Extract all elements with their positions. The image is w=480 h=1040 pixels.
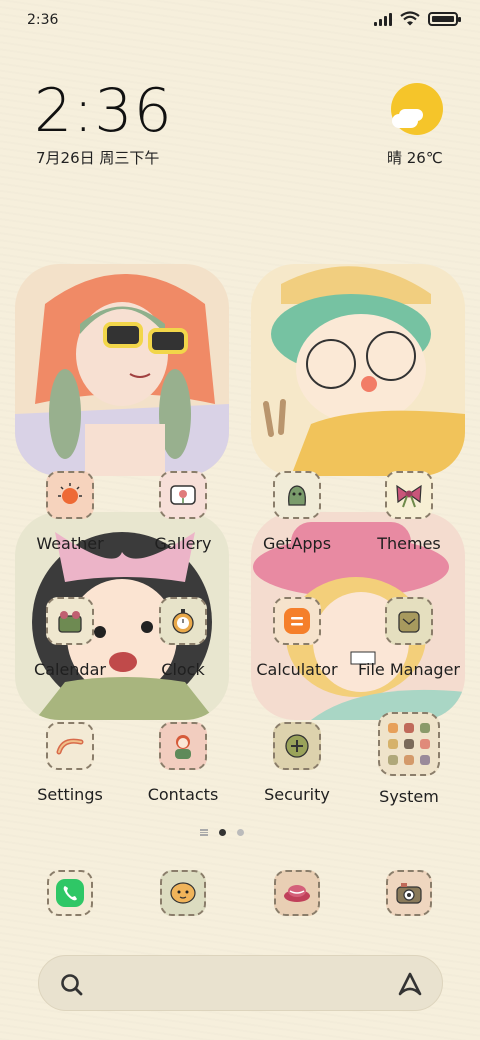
system-folder-icon	[378, 712, 440, 776]
status-bar-icons	[374, 11, 461, 26]
app-label: Calendar	[34, 660, 106, 679]
app-calendar[interactable]: Calendar	[14, 597, 126, 679]
search-bar[interactable]	[38, 955, 443, 1011]
getapps-icon	[273, 471, 321, 519]
app-label: Weather	[36, 534, 104, 553]
themes-icon	[385, 471, 433, 519]
clock-widget-time[interactable]: 2:36	[34, 76, 173, 146]
clock-icon	[159, 597, 207, 645]
app-clock[interactable]: Clock	[127, 597, 239, 679]
app-label: Security	[264, 785, 330, 804]
app-weather[interactable]: Weather	[14, 471, 126, 553]
signal-icon	[374, 12, 392, 26]
assistant-icon[interactable]	[396, 970, 424, 998]
app-label: File Manager	[358, 660, 460, 679]
app-security[interactable]: Security	[241, 722, 353, 804]
wallpaper-illustration-girl-scarf	[15, 264, 229, 476]
page-dot-1[interactable]	[219, 829, 226, 836]
app-label: Gallery	[154, 534, 212, 553]
gallery-icon	[159, 471, 207, 519]
app-label: Settings	[37, 785, 103, 804]
app-getapps[interactable]: GetApps	[241, 471, 353, 553]
browser-icon	[274, 870, 320, 916]
app-label: Contacts	[147, 785, 219, 804]
feed-page-icon[interactable]	[200, 829, 208, 836]
app-label: Calculator	[256, 660, 338, 679]
page-dot-2[interactable]	[237, 829, 244, 836]
weather-widget-text[interactable]: 晴 26℃	[387, 147, 443, 168]
app-label: System	[379, 787, 439, 806]
cloud-icon	[392, 114, 418, 128]
app-label: Themes	[377, 534, 441, 553]
messages-icon	[160, 870, 206, 916]
dock-messages[interactable]	[127, 870, 239, 916]
wifi-icon	[400, 11, 420, 26]
app-file-manager[interactable]: File Manager	[353, 597, 465, 679]
contacts-icon	[159, 722, 207, 770]
phone-icon	[47, 870, 93, 916]
app-calculator[interactable]: Calculator	[241, 597, 353, 679]
app-contacts[interactable]: Contacts	[127, 722, 239, 804]
page-indicator[interactable]	[200, 829, 244, 836]
search-icon[interactable]	[59, 972, 85, 998]
app-gallery[interactable]: Gallery	[127, 471, 239, 553]
app-label: Clock	[161, 660, 205, 679]
weather-icon	[46, 471, 94, 519]
clock-widget-date[interactable]: 7月26日 周三下午	[36, 147, 159, 168]
battery-icon	[428, 11, 461, 26]
app-settings[interactable]: Settings	[14, 722, 126, 804]
calculator-icon	[273, 597, 321, 645]
calendar-icon	[46, 597, 94, 645]
folder-icon	[385, 597, 433, 645]
wallpaper-illustration-girl-glasses	[251, 264, 465, 476]
camera-icon	[386, 870, 432, 916]
dock-camera[interactable]	[353, 870, 465, 916]
dock-browser[interactable]	[241, 870, 353, 916]
settings-icon	[46, 722, 94, 770]
dock-phone[interactable]	[14, 870, 126, 916]
app-themes[interactable]: Themes	[353, 471, 465, 553]
status-bar-time: 2:36	[27, 12, 59, 28]
app-system-folder[interactable]: System	[353, 712, 465, 806]
app-label: GetApps	[262, 534, 332, 553]
security-icon	[273, 722, 321, 770]
